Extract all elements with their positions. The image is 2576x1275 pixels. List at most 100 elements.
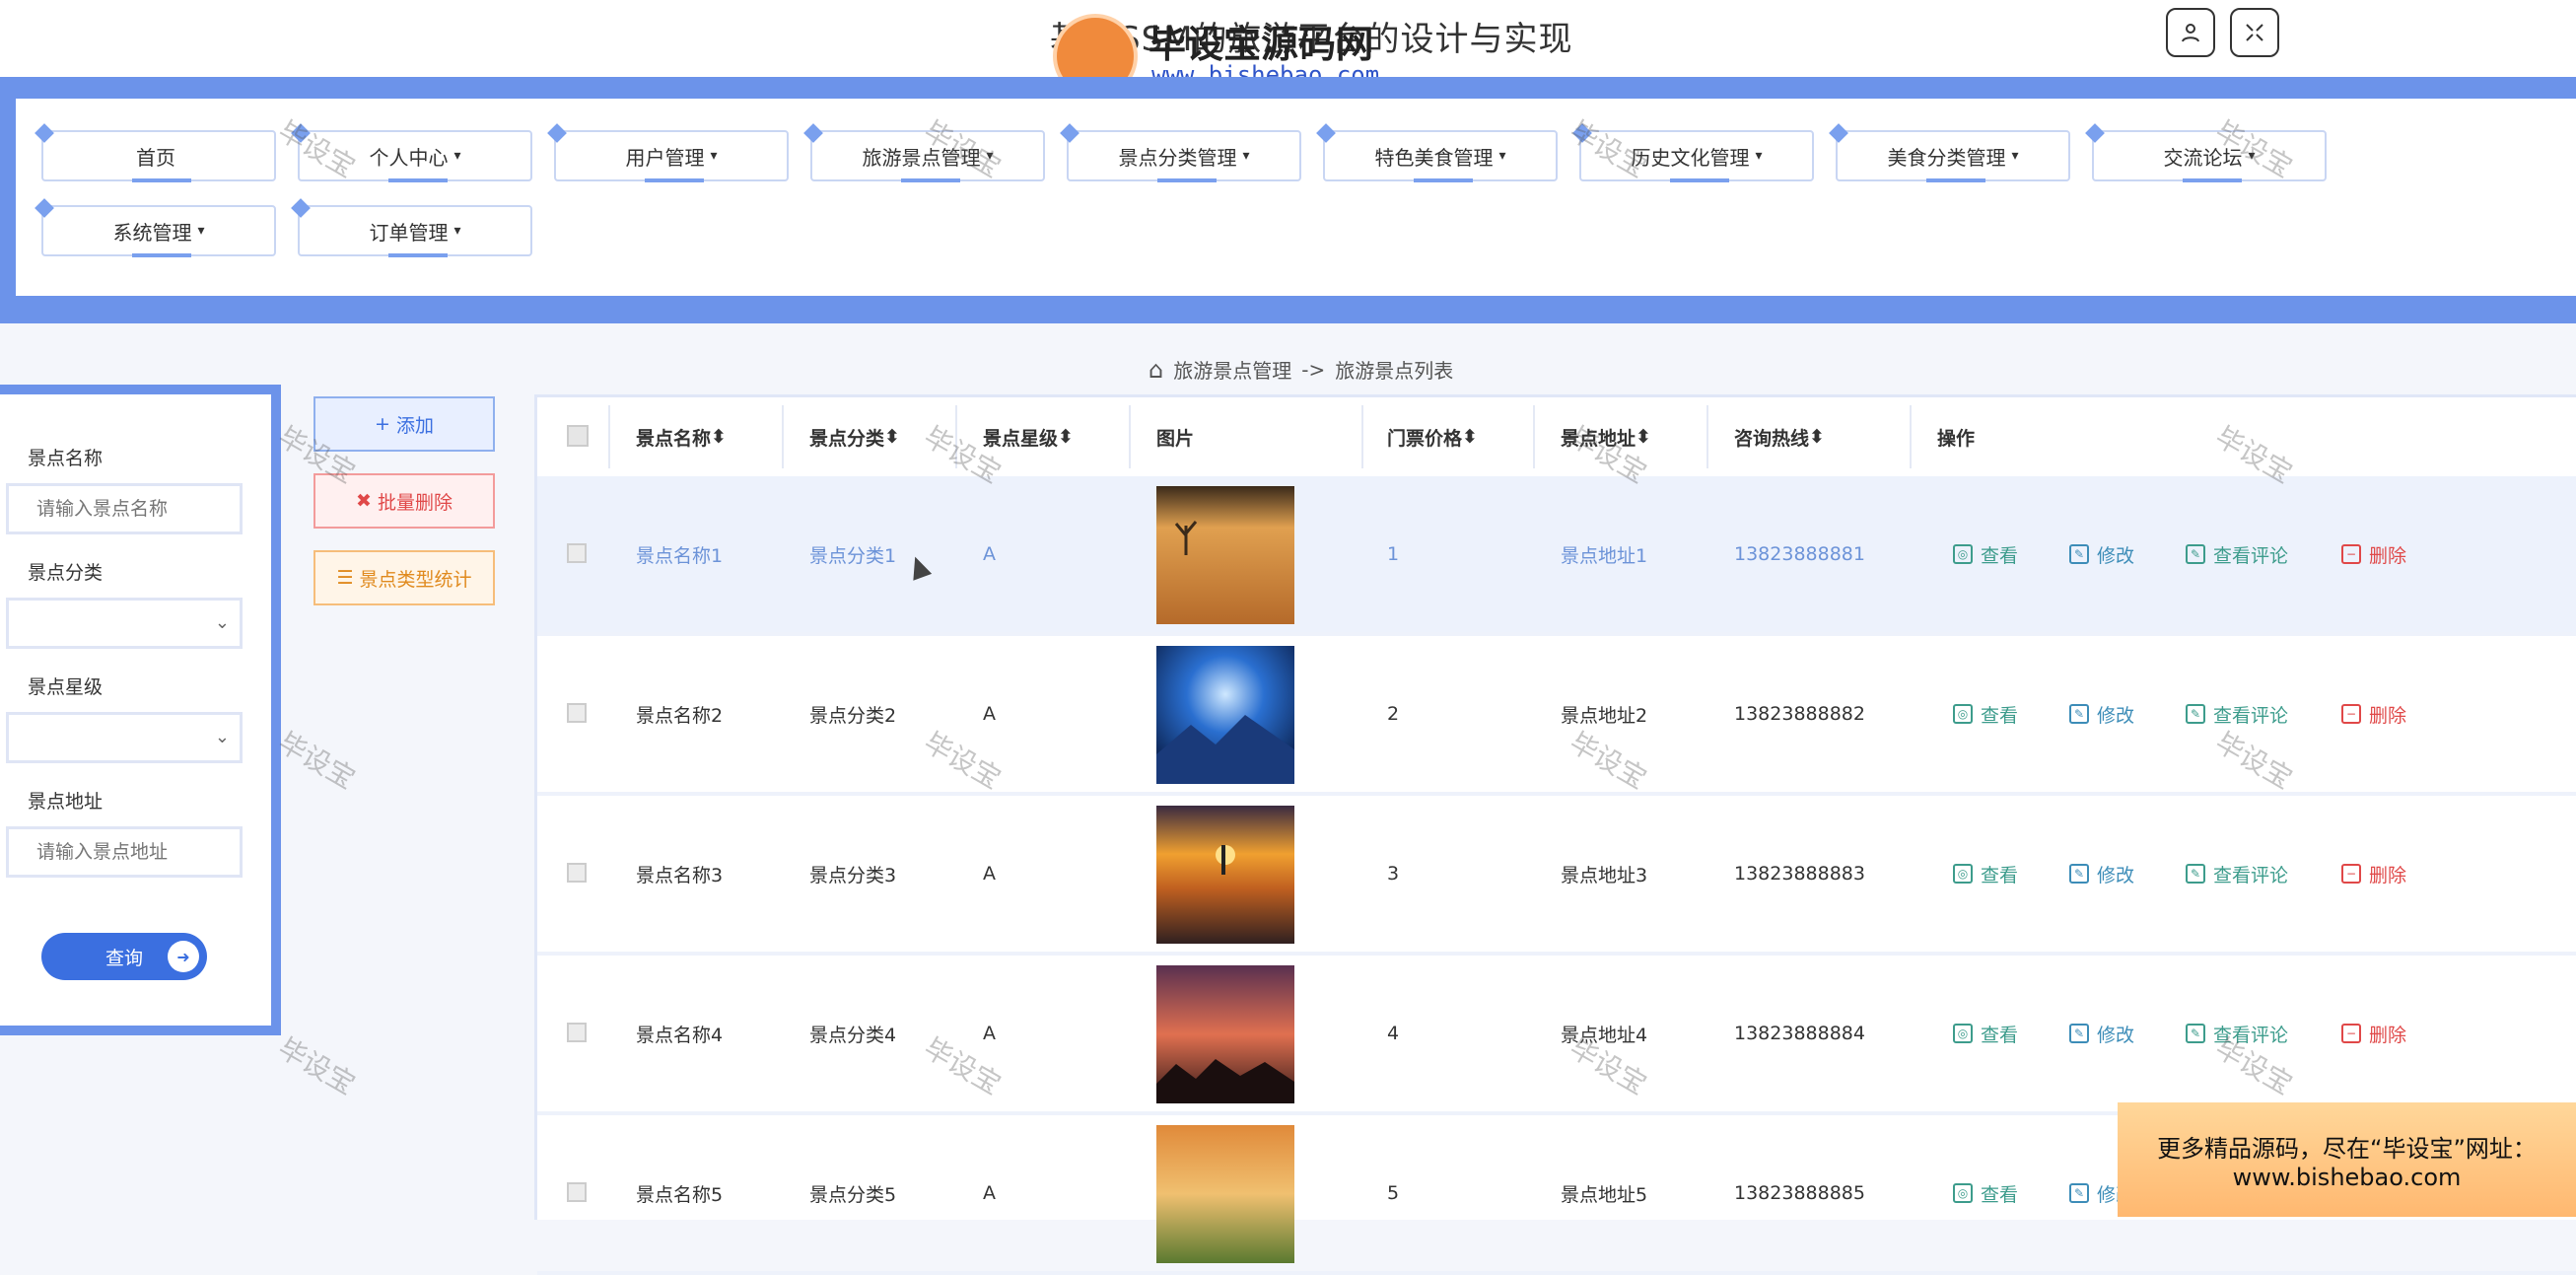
delete-button[interactable]: − 删除 xyxy=(2341,956,2406,1111)
watermark-text: 毕设宝 xyxy=(272,726,361,796)
delete-button[interactable]: − 删除 xyxy=(2341,796,2406,952)
sort-icon: ⬍ xyxy=(1636,426,1651,448)
nav-item-food-categories[interactable]: 美食分类管理 ▾ xyxy=(1836,130,2070,182)
batch-delete-button[interactable]: ✖ 批量删除 xyxy=(313,473,495,529)
edit-icon: ✎ xyxy=(2186,1024,2205,1043)
breadcrumb-parent[interactable]: 旅游景点管理 xyxy=(1173,355,1291,384)
edit-button[interactable]: ✎ 修改 xyxy=(2069,956,2134,1111)
nav-item-orders[interactable]: 订单管理 ▾ xyxy=(298,205,532,257)
view-comments-button[interactable]: ✎ 查看评论 xyxy=(2186,636,2288,792)
cell-name: 景点名称3 xyxy=(636,864,724,886)
row-checkbox[interactable] xyxy=(567,703,587,723)
view-label: 查看 xyxy=(1981,704,2019,727)
home-icon[interactable]: ⌂ xyxy=(1149,356,1163,384)
nav-item-food[interactable]: 特色美食管理 ▾ xyxy=(1323,130,1558,182)
chevron-down-icon: ⌄ xyxy=(214,612,230,633)
name-search-input[interactable] xyxy=(6,483,243,534)
header-label: 操作 xyxy=(1937,427,1976,450)
column-header-level[interactable]: 景点星级 ⬍ xyxy=(983,397,1074,476)
view-icon: ◎ xyxy=(1953,544,1973,564)
minus-icon: − xyxy=(2341,1024,2361,1043)
cell-phone: 13823888882 xyxy=(1734,703,1865,725)
column-header-image: 图片 xyxy=(1156,397,1194,476)
sort-icon: ⬍ xyxy=(1058,426,1074,448)
edit-label: 修改 xyxy=(2097,1024,2135,1046)
column-header-phone[interactable]: 咨询热线 ⬍ xyxy=(1734,397,1825,476)
header-label: 图片 xyxy=(1156,427,1195,450)
cell-name: 景点名称4 xyxy=(636,1024,724,1046)
header-label: 景点星级 xyxy=(983,427,1059,450)
view-button[interactable]: ◎ 查看 xyxy=(1953,956,2018,1111)
address-search-input[interactable] xyxy=(6,826,243,878)
view-comments-button[interactable]: ✎ 查看评论 xyxy=(2186,956,2288,1111)
delete-label: 删除 xyxy=(2369,1024,2407,1046)
column-header-price[interactable]: 门票价格 ⬍ xyxy=(1387,397,1478,476)
delete-button[interactable]: − 删除 xyxy=(2341,476,2406,632)
nav-item-attraction-categories[interactable]: 景点分类管理 ▾ xyxy=(1067,130,1301,182)
name-label: 景点名称 xyxy=(28,448,104,469)
table-row[interactable]: 景点名称4 景点分类4 A 4 景点地址4 13823888884 ◎ 查看 ✎ 修… xyxy=(537,956,2576,1115)
row-checkbox[interactable] xyxy=(567,543,587,563)
user-icon[interactable] xyxy=(2166,8,2215,57)
column-header-address[interactable]: 景点地址 ⬍ xyxy=(1561,397,1651,476)
nav-item-home[interactable]: 首页 xyxy=(41,130,276,182)
cell-phone: 13823888881 xyxy=(1734,543,1865,565)
sort-icon: ⬍ xyxy=(884,426,900,448)
nav-label: 景点分类管理 xyxy=(1118,145,1237,170)
cell-price: 5 xyxy=(1387,1182,1400,1204)
view-icon: ◎ xyxy=(1953,1024,1973,1043)
view-icon: ◎ xyxy=(1953,1183,1973,1203)
table-row[interactable]: 景点名称3 景点分类3 A 3 景点地址3 13823888883 ◎ 查看 ✎ 修… xyxy=(537,796,2576,956)
nav-item-attractions[interactable]: 旅游景点管理 ▾ xyxy=(810,130,1045,182)
nav-item-users[interactable]: 用户管理 ▾ xyxy=(554,130,789,182)
nav-item-history[interactable]: 历史文化管理 ▾ xyxy=(1579,130,1814,182)
cell-category: 景点分类2 xyxy=(809,704,897,727)
view-button[interactable]: ◎ 查看 xyxy=(1953,1115,2018,1271)
cell-category: 景点分类3 xyxy=(809,864,897,886)
add-button[interactable]: + 添加 xyxy=(313,396,495,452)
row-checkbox[interactable] xyxy=(567,1023,587,1042)
cell-price: 1 xyxy=(1387,543,1400,565)
comments-label: 查看评论 xyxy=(2213,1024,2289,1046)
row-checkbox[interactable] xyxy=(567,863,587,883)
query-button[interactable]: 查询 ➜ xyxy=(41,933,207,980)
view-button[interactable]: ◎ 查看 xyxy=(1953,636,2018,792)
nav-label: 个人中心 xyxy=(369,145,449,170)
watermark-text: 毕设宝 xyxy=(272,1031,361,1101)
table-row[interactable]: 景点名称2 景点分类2 A 2 景点地址2 13823888882 ◎ 查看 ✎ 修… xyxy=(537,636,2576,796)
edit-icon: ✎ xyxy=(2069,704,2089,724)
edit-button[interactable]: ✎ 修改 xyxy=(2069,796,2134,952)
edit-button[interactable]: ✎ 修改 xyxy=(2069,636,2134,792)
fullscreen-icon[interactable] xyxy=(2230,8,2279,57)
nav-item-forum[interactable]: 交流论坛 ▾ xyxy=(2092,130,2327,182)
delete-button[interactable]: − 删除 xyxy=(2341,636,2406,792)
level-select[interactable]: ⌄ xyxy=(6,712,243,763)
add-label: 添加 xyxy=(395,414,434,437)
cell-address: 景点地址1 xyxy=(1561,544,1648,567)
view-comments-button[interactable]: ✎ 查看评论 xyxy=(2186,796,2288,952)
type-stats-button[interactable]: ☰ 景点类型统计 xyxy=(313,550,495,605)
cell-phone: 13823888885 xyxy=(1734,1182,1865,1204)
table-row[interactable]: 景点名称1 景点分类1 A 1 景点地址1 13823888881 ◎ 查看 ✎ 修… xyxy=(537,476,2576,636)
category-select[interactable]: ⌄ xyxy=(6,598,243,649)
view-button[interactable]: ◎ 查看 xyxy=(1953,476,2018,632)
attractions-table: 景点名称 ⬍ 景点分类 ⬍ 景点星级 ⬍ 图片 门票价格 ⬍ 景点地址 ⬍ 咨询热线 ⬍ 操… xyxy=(534,394,2576,1275)
breadcrumb: ⌂ 旅游景点管理 -> 旅游景点列表 xyxy=(1149,355,1453,384)
view-comments-button[interactable]: ✎ 查看评论 xyxy=(2186,476,2288,632)
column-header-category[interactable]: 景点分类 ⬍ xyxy=(809,397,900,476)
table-header: 景点名称 ⬍ 景点分类 ⬍ 景点星级 ⬍ 图片 门票价格 ⬍ 景点地址 ⬍ 咨询热线 ⬍ 操… xyxy=(537,397,2576,479)
nav-item-profile[interactable]: 个人中心 ▾ xyxy=(298,130,532,182)
edit-button[interactable]: ✎ 修改 xyxy=(2069,476,2134,632)
comments-label: 查看评论 xyxy=(2213,704,2289,727)
row-checkbox[interactable] xyxy=(567,1182,587,1202)
edit-icon: ✎ xyxy=(2186,704,2205,724)
promo-banner[interactable]: 更多精品源码，尽在“毕设宝”网址： www.bishebao.com xyxy=(2118,1102,2576,1217)
select-all-checkbox[interactable] xyxy=(567,425,589,447)
view-button[interactable]: ◎ 查看 xyxy=(1953,796,2018,952)
chevron-down-icon: ▾ xyxy=(453,148,461,164)
column-header-name[interactable]: 景点名称 ⬍ xyxy=(636,397,727,476)
nav-item-system[interactable]: 系统管理 ▾ xyxy=(41,205,276,257)
view-icon: ◎ xyxy=(1953,704,1973,724)
chevron-down-icon: ▾ xyxy=(986,148,994,164)
cell-level: A xyxy=(983,863,996,885)
